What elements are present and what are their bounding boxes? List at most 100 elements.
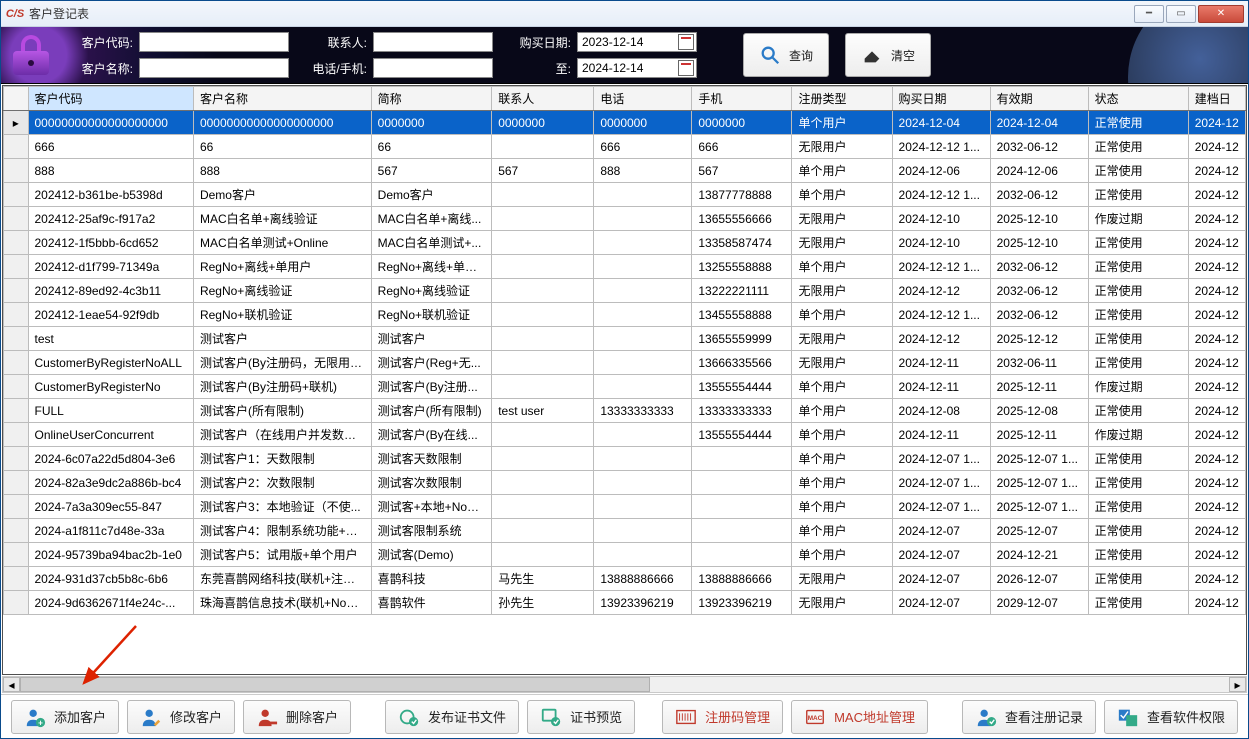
table-cell[interactable]: CustomerByRegisterNo (28, 375, 193, 399)
table-cell[interactable]: 13655559999 (692, 327, 792, 351)
table-cell[interactable]: 正常使用 (1088, 447, 1188, 471)
table-cell[interactable]: 2025-12-07 1... (990, 471, 1088, 495)
table-row[interactable]: CustomerByRegisterNo测试客户(By注册码+联机)测试客户(B… (4, 375, 1246, 399)
maximize-button[interactable]: ▭ (1166, 5, 1196, 23)
table-cell[interactable]: 正常使用 (1088, 231, 1188, 255)
table-cell[interactable]: 2024-12 (1188, 183, 1245, 207)
table-cell[interactable]: 2024-931d37cb5b8c-6b6 (28, 567, 193, 591)
table-row[interactable]: 202412-d1f799-71349aRegNo+离线+单用户RegNo+离线… (4, 255, 1246, 279)
table-cell[interactable] (492, 447, 594, 471)
table-cell[interactable]: 作废过期 (1088, 423, 1188, 447)
table-cell[interactable]: RegNo+联机验证 (371, 303, 492, 327)
table-cell[interactable]: 2032-06-12 (990, 279, 1088, 303)
date-from-picker[interactable]: 2023-12-14 (577, 32, 697, 52)
table-cell[interactable]: 2024-12 (1188, 423, 1245, 447)
row-indicator[interactable] (4, 279, 29, 303)
add-customer-button[interactable]: + 添加客户 (11, 700, 119, 734)
table-cell[interactable] (492, 231, 594, 255)
table-cell[interactable]: 正常使用 (1088, 351, 1188, 375)
table-cell[interactable]: 单个用户 (792, 495, 892, 519)
table-row[interactable]: 2024-7a3a309ec55-847测试客户3：本地验证（不使...测试客+… (4, 495, 1246, 519)
contact-input[interactable] (373, 32, 493, 52)
table-cell[interactable] (692, 495, 792, 519)
table-cell[interactable]: 测试客户 (371, 327, 492, 351)
table-cell[interactable]: 2024-12-07 (892, 567, 990, 591)
table-cell[interactable]: 2024-82a3e9dc2a886b-bc4 (28, 471, 193, 495)
table-cell[interactable]: 正常使用 (1088, 543, 1188, 567)
table-cell[interactable]: 13555554444 (692, 375, 792, 399)
table-cell[interactable]: 正常使用 (1088, 591, 1188, 615)
row-indicator[interactable] (4, 591, 29, 615)
table-cell[interactable]: 2024-12 (1188, 591, 1245, 615)
table-cell[interactable]: 888 (594, 159, 692, 183)
table-cell[interactable]: 13877778888 (692, 183, 792, 207)
table-cell[interactable]: 2024-12 (1188, 495, 1245, 519)
table-cell[interactable]: 测试客户(Reg+无... (371, 351, 492, 375)
table-cell[interactable] (492, 279, 594, 303)
table-cell[interactable]: 888 (28, 159, 193, 183)
table-cell[interactable]: 567 (692, 159, 792, 183)
table-cell[interactable]: 正常使用 (1088, 135, 1188, 159)
table-cell[interactable]: 2024-12-12 (892, 327, 990, 351)
table-cell[interactable]: 2024-6c07a22d5d804-3e6 (28, 447, 193, 471)
table-cell[interactable]: 202412-d1f799-71349a (28, 255, 193, 279)
table-cell[interactable]: 正常使用 (1088, 303, 1188, 327)
table-cell[interactable] (492, 303, 594, 327)
table-cell[interactable]: 202412-89ed92-4c3b11 (28, 279, 193, 303)
table-row[interactable]: 2024-82a3e9dc2a886b-bc4测试客户2：次数限制测试客次数限制… (4, 471, 1246, 495)
table-cell[interactable]: 2024-12 (1188, 207, 1245, 231)
table-cell[interactable]: 2032-06-12 (990, 183, 1088, 207)
row-indicator[interactable] (4, 495, 29, 519)
table-cell[interactable]: 13333333333 (692, 399, 792, 423)
column-header[interactable]: 注册类型 (792, 87, 892, 111)
table-cell[interactable]: 666 (692, 135, 792, 159)
table-cell[interactable]: 13455558888 (692, 303, 792, 327)
table-cell[interactable]: 888 (193, 159, 371, 183)
table-cell[interactable]: 东莞喜鹊网络科技(联机+注册... (193, 567, 371, 591)
table-cell[interactable]: 测试客户2：次数限制 (193, 471, 371, 495)
table-cell[interactable]: 2025-12-08 (990, 399, 1088, 423)
customer-code-input[interactable] (139, 32, 289, 52)
table-cell[interactable]: 13923396219 (692, 591, 792, 615)
table-cell[interactable]: 无限用户 (792, 135, 892, 159)
table-cell[interactable]: 2024-95739ba94bac2b-1e0 (28, 543, 193, 567)
table-cell[interactable]: 66 (371, 135, 492, 159)
table-cell[interactable]: 测试客户1：天数限制 (193, 447, 371, 471)
table-cell[interactable]: 正常使用 (1088, 279, 1188, 303)
table-cell[interactable] (594, 279, 692, 303)
table-cell[interactable]: 567 (492, 159, 594, 183)
table-cell[interactable]: 2024-12-11 (892, 351, 990, 375)
table-cell[interactable]: OnlineUserConcurrent (28, 423, 193, 447)
close-button[interactable]: ✕ (1198, 5, 1244, 23)
table-cell[interactable] (492, 543, 594, 567)
table-cell[interactable] (492, 327, 594, 351)
table-cell[interactable] (492, 183, 594, 207)
table-cell[interactable]: 单个用户 (792, 543, 892, 567)
row-indicator[interactable] (4, 543, 29, 567)
table-cell[interactable]: Demo客户 (193, 183, 371, 207)
table-cell[interactable]: 2024-12-07 (892, 519, 990, 543)
row-indicator[interactable] (4, 471, 29, 495)
table-cell[interactable]: 2024-12 (1188, 327, 1245, 351)
table-cell[interactable]: RegNo+离线验证 (193, 279, 371, 303)
table-cell[interactable]: 测试客限制系统 (371, 519, 492, 543)
row-indicator[interactable] (4, 207, 29, 231)
table-cell[interactable]: 2025-12-11 (990, 423, 1088, 447)
date-to-picker[interactable]: 2024-12-14 (577, 58, 697, 78)
table-cell[interactable]: 单个用户 (792, 447, 892, 471)
table-cell[interactable]: 2025-12-10 (990, 231, 1088, 255)
table-cell[interactable]: 00000000000000000000 (28, 111, 193, 135)
table-cell[interactable]: 13666335566 (692, 351, 792, 375)
table-cell[interactable]: 2024-a1f811c7d48e-33a (28, 519, 193, 543)
preview-cert-button[interactable]: 证书预览 (527, 700, 635, 734)
table-row[interactable]: 202412-89ed92-4c3b11RegNo+离线验证RegNo+离线验证… (4, 279, 1246, 303)
table-cell[interactable] (594, 375, 692, 399)
table-cell[interactable]: 2024-12-11 (892, 423, 990, 447)
publish-cert-button[interactable]: 发布证书文件 (385, 700, 519, 734)
column-header[interactable]: 有效期 (990, 87, 1088, 111)
calendar-icon[interactable] (678, 60, 694, 76)
table-cell[interactable]: Demo客户 (371, 183, 492, 207)
table-cell[interactable]: 正常使用 (1088, 111, 1188, 135)
table-cell[interactable] (492, 351, 594, 375)
table-cell[interactable] (594, 327, 692, 351)
